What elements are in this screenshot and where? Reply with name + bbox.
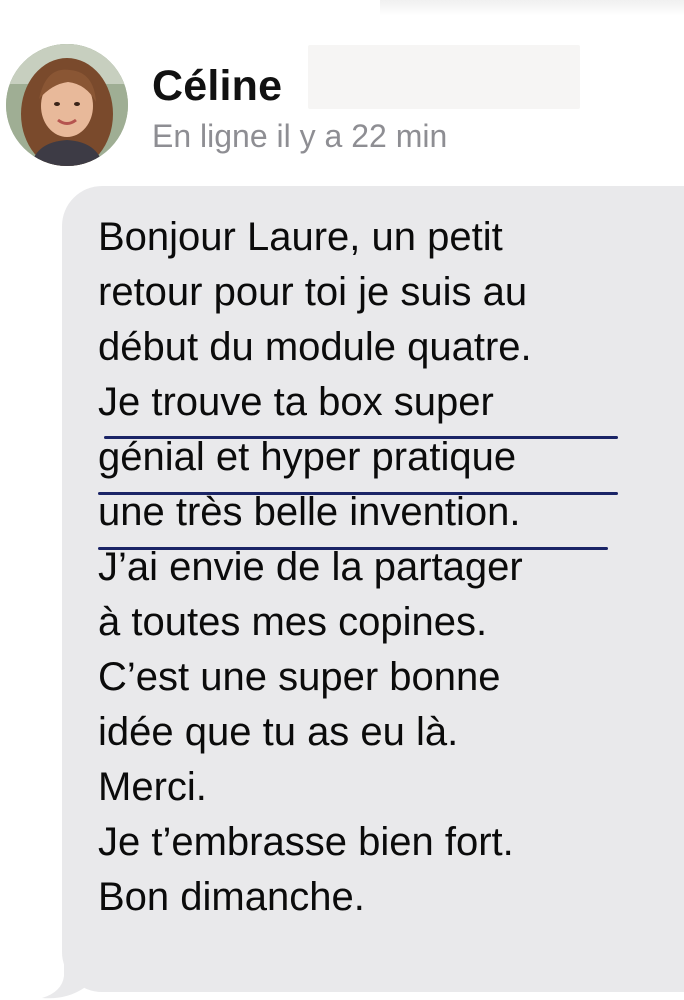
message-line: retour pour toi je suis au — [98, 270, 528, 314]
message-line: idée que tu as eu là. — [98, 710, 459, 754]
message-line: Bonjour Laure, un petit — [98, 215, 503, 259]
avatar[interactable] — [6, 44, 128, 166]
message-line: Je t’embrasse bien fort. — [98, 820, 514, 864]
message-line: à toutes mes copines. — [98, 600, 488, 644]
message-line: début du module quatre. — [98, 325, 532, 369]
redacted-area — [308, 45, 580, 109]
top-shadow — [380, 0, 684, 16]
message-line: Merci. — [98, 765, 207, 809]
message-line-highlighted: Je trouve ta box super — [98, 380, 494, 424]
message-line: C’est une super bonne — [98, 655, 501, 699]
chat-screen: Céline En ligne il y a 22 min Bonjour La… — [0, 0, 684, 1000]
highlight-underline — [104, 436, 618, 439]
highlight-underline — [98, 492, 618, 495]
profile-photo-icon — [6, 44, 128, 166]
contact-name: Céline — [152, 62, 283, 110]
message-line: Bon dimanche. — [98, 875, 365, 919]
highlight-underline — [98, 547, 608, 550]
contact-status: En ligne il y a 22 min — [152, 118, 448, 154]
message-text: Bonjour Laure, un petit retour pour toi … — [98, 210, 658, 925]
